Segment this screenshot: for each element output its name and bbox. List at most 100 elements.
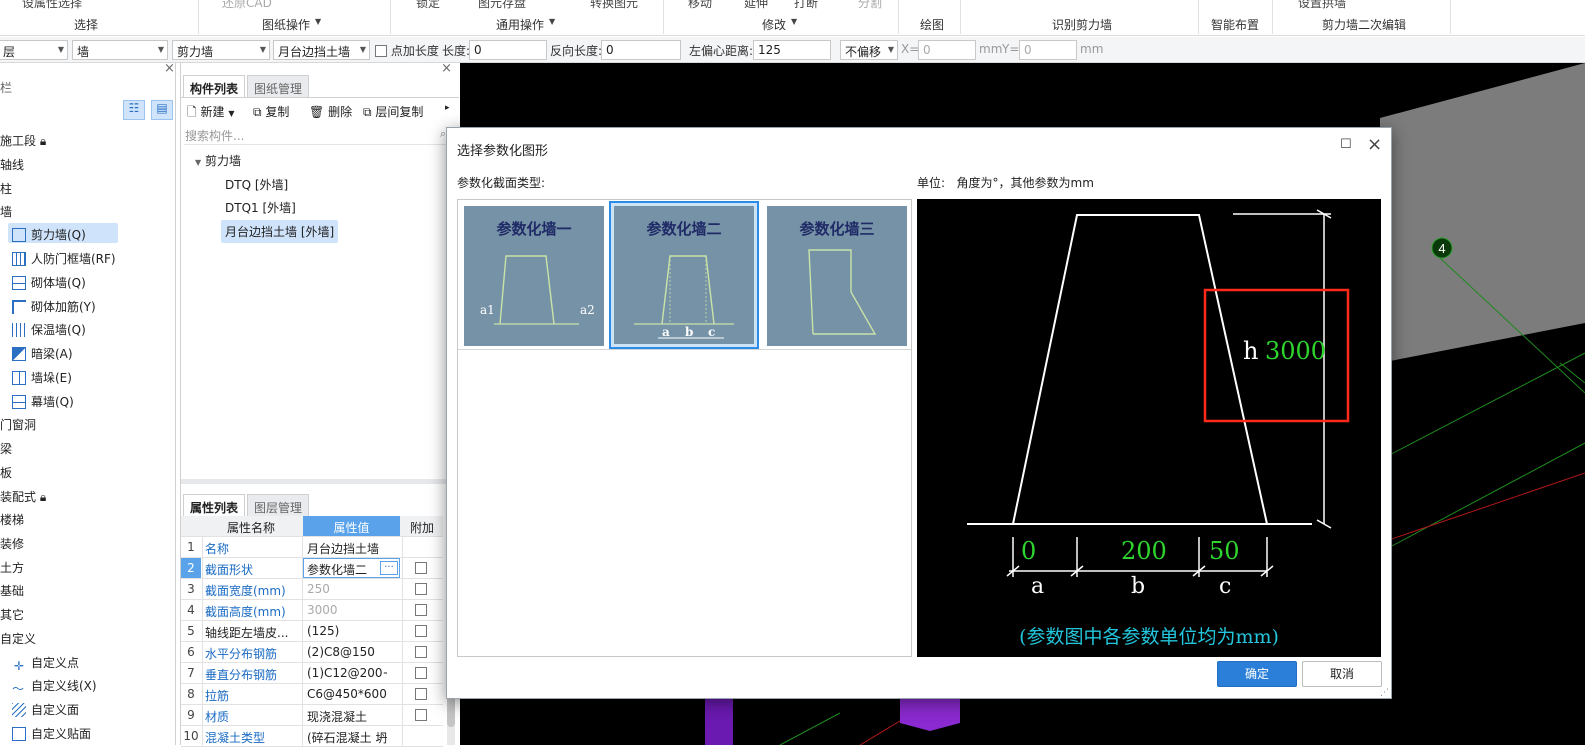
property-row[interactable]: 10 混凝土类型 (碎石混凝土 坍 — [181, 726, 443, 747]
nav-item-hidden-beam[interactable]: 暗梁(A) — [12, 345, 73, 362]
nav-item-custom[interactable]: 自定义 — [0, 630, 36, 647]
nav-item-masonry-wall[interactable]: 砌体墙(Q) — [12, 274, 86, 291]
add-length-checkbox[interactable]: 点加长度 — [375, 42, 439, 59]
category-select[interactable]: 墙 ▼ — [72, 40, 168, 60]
property-row[interactable]: 5 轴线距左墙皮... (125) — [181, 621, 443, 642]
nav-item-custom-face[interactable]: 自定义面 — [12, 701, 79, 718]
cancel-button[interactable]: 取消 — [1302, 661, 1382, 687]
tab-component-list[interactable]: 构件列表 — [183, 75, 246, 97]
extra-checkbox[interactable] — [415, 583, 427, 595]
floor-copy-button[interactable]: ⧉ 层间复制 — [363, 103, 423, 120]
nav-item-prefab[interactable]: 装配式 🔒︎ — [0, 488, 46, 505]
nav-item-stairs[interactable]: 楼梯 — [0, 511, 24, 528]
tab-drawing-manage[interactable]: 图纸管理 — [247, 75, 310, 97]
offset-mode-select[interactable]: 不偏移 ▼ — [840, 40, 898, 60]
property-value[interactable]: (1)C12@200+... — [307, 666, 387, 680]
extra-checkbox[interactable] — [415, 604, 427, 616]
extra-checkbox[interactable] — [415, 709, 427, 721]
ribbon-item-save-elements[interactable]: 图元存盘 — [478, 0, 526, 11]
property-row[interactable]: 7 垂直分布钢筋 (1)C12@200+... — [181, 663, 443, 684]
extra-checkbox[interactable] — [415, 688, 427, 700]
component-select[interactable]: 月台边挡土墙 ▼ — [273, 40, 370, 60]
nav-item-foundation[interactable]: 基础 — [0, 582, 24, 599]
b-value[interactable]: 200 — [1121, 537, 1167, 565]
new-button[interactable]: 🗋︎ 新建 ▼ — [187, 103, 234, 124]
close-icon[interactable]: × — [441, 61, 452, 76]
nav-item-column[interactable]: 柱 — [0, 180, 12, 197]
reverse-length-input[interactable]: 0 — [601, 40, 681, 60]
type-select[interactable]: 剪力墙 ▼ — [172, 40, 270, 60]
nav-item-custom-cover[interactable]: 自定义贴面 — [12, 725, 91, 742]
property-value[interactable]: 250 — [307, 582, 387, 596]
length-input[interactable]: 0 — [469, 40, 547, 60]
extra-checkbox[interactable] — [415, 646, 427, 658]
list-view-icon[interactable]: ☷ — [123, 100, 145, 120]
ok-button[interactable]: 确定 — [1217, 661, 1297, 687]
property-value[interactable]: C6@450*600 — [307, 687, 387, 701]
nav-item-custom-line[interactable]: 〜自定义线(X) — [12, 677, 97, 696]
extra-checkbox[interactable] — [415, 625, 427, 637]
property-row[interactable]: 2 截面形状 参数化墙二 ··· — [181, 558, 443, 579]
property-value[interactable]: (碎石混凝土 坍 — [307, 729, 387, 746]
tab-property-list[interactable]: 属性列表 — [183, 494, 246, 516]
property-value[interactable]: (125) — [307, 624, 387, 638]
nav-item-slab[interactable]: 板 — [0, 464, 12, 481]
property-value[interactable]: 3000 — [307, 603, 387, 617]
nav-item-civil-defense-wall[interactable]: 人防门框墙(RF) — [12, 250, 116, 267]
property-row[interactable]: 1 名称 月台边挡土墙 — [181, 537, 443, 558]
nav-item-axis[interactable]: 轴线 — [0, 156, 24, 173]
nav-item-other[interactable]: 其它 — [0, 606, 24, 623]
close-icon[interactable]: × — [1367, 134, 1382, 155]
property-value[interactable]: 参数化墙二 — [307, 561, 387, 578]
ribbon-item-lock[interactable]: 锁定 — [416, 0, 440, 11]
left-offset-input[interactable]: 125 — [753, 40, 831, 60]
ribbon-item-attr-select[interactable]: 设属性选择 — [22, 0, 82, 11]
nav-item-masonry-rebar[interactable]: 砌体加筋(Y) — [12, 298, 96, 315]
nav-item-beam[interactable]: 梁 — [0, 440, 12, 457]
property-row[interactable]: 4 截面高度(mm) 3000 — [181, 600, 443, 621]
maximize-icon[interactable]: ☐ — [1340, 137, 1352, 152]
property-row[interactable]: 9 材质 现浇混凝土 — [181, 705, 443, 726]
ribbon-item-move[interactable]: 移动 — [688, 0, 712, 11]
ribbon-group-drawing[interactable]: 图纸操作 — [262, 16, 310, 33]
nav-item-curtain-wall[interactable]: 幕墙(Q) — [12, 393, 74, 410]
nav-item-shear-wall[interactable]: 剪力墙(Q) — [8, 223, 118, 243]
nav-item-earthwork[interactable]: 土方 — [0, 559, 24, 576]
more-options-icon[interactable]: ··· — [380, 561, 398, 575]
checkbox-box[interactable] — [375, 45, 387, 57]
nav-item-openings[interactable]: 门窗洞 — [0, 416, 36, 433]
nav-item-wall[interactable]: 墙 — [0, 203, 12, 220]
extra-checkbox[interactable] — [415, 562, 427, 574]
component-search-input[interactable]: 搜索构件... — [184, 127, 454, 145]
nav-item-finish[interactable]: 装修 — [0, 535, 24, 552]
ribbon-item-extend[interactable]: 延伸 — [744, 0, 768, 11]
h-value[interactable]: 3000 — [1265, 337, 1326, 365]
ribbon-group-modify[interactable]: 修改 — [762, 16, 786, 33]
tab-layer-manage[interactable]: 图层管理 — [247, 494, 310, 516]
extra-checkbox[interactable] — [415, 667, 427, 679]
property-row[interactable]: 3 截面宽度(mm) 250 — [181, 579, 443, 600]
ribbon-item-split[interactable]: 分割 — [858, 0, 882, 11]
floor-select[interactable]: 层 ▼ — [0, 40, 68, 60]
nav-item-custom-point[interactable]: ✛ 自定义点 — [12, 654, 79, 673]
tree-root-shear-wall[interactable]: ▼ 剪力墙 — [195, 152, 241, 169]
property-value[interactable]: 现浇混凝土 — [307, 708, 387, 725]
property-value[interactable]: (2)C8@150 — [307, 645, 387, 659]
shape-wall-1[interactable]: 参数化墙一 a1 a2 — [464, 206, 604, 346]
detail-view-icon[interactable]: ▤ — [151, 100, 173, 120]
c-value[interactable]: 50 — [1209, 537, 1240, 565]
resize-grip-icon[interactable]: ⋰ — [1380, 688, 1389, 698]
y-input[interactable]: 0 — [1019, 40, 1077, 60]
shape-wall-2-selected[interactable]: 参数化墙二 a b c — [609, 201, 759, 349]
ribbon-item-restore-cad[interactable]: 还原CAD — [222, 0, 272, 11]
property-value[interactable]: 月台边挡土墙 — [307, 540, 387, 557]
copy-button[interactable]: ⧉ 复制 — [253, 103, 289, 120]
tree-item-dtq[interactable]: DTQ [外墙] — [225, 176, 288, 193]
property-row[interactable]: 8 拉筋 C6@450*600 — [181, 684, 443, 705]
tree-item-dtq1[interactable]: DTQ1 [外墙] — [225, 199, 296, 216]
tree-item-platform-retaining-wall[interactable]: 月台边挡土墙 [外墙] — [221, 220, 339, 243]
close-icon[interactable]: × — [164, 61, 175, 76]
more-icon[interactable]: ▸ — [445, 103, 450, 113]
ribbon-item-break[interactable]: 打断 — [794, 0, 818, 11]
x-input[interactable]: 0 — [918, 40, 976, 60]
